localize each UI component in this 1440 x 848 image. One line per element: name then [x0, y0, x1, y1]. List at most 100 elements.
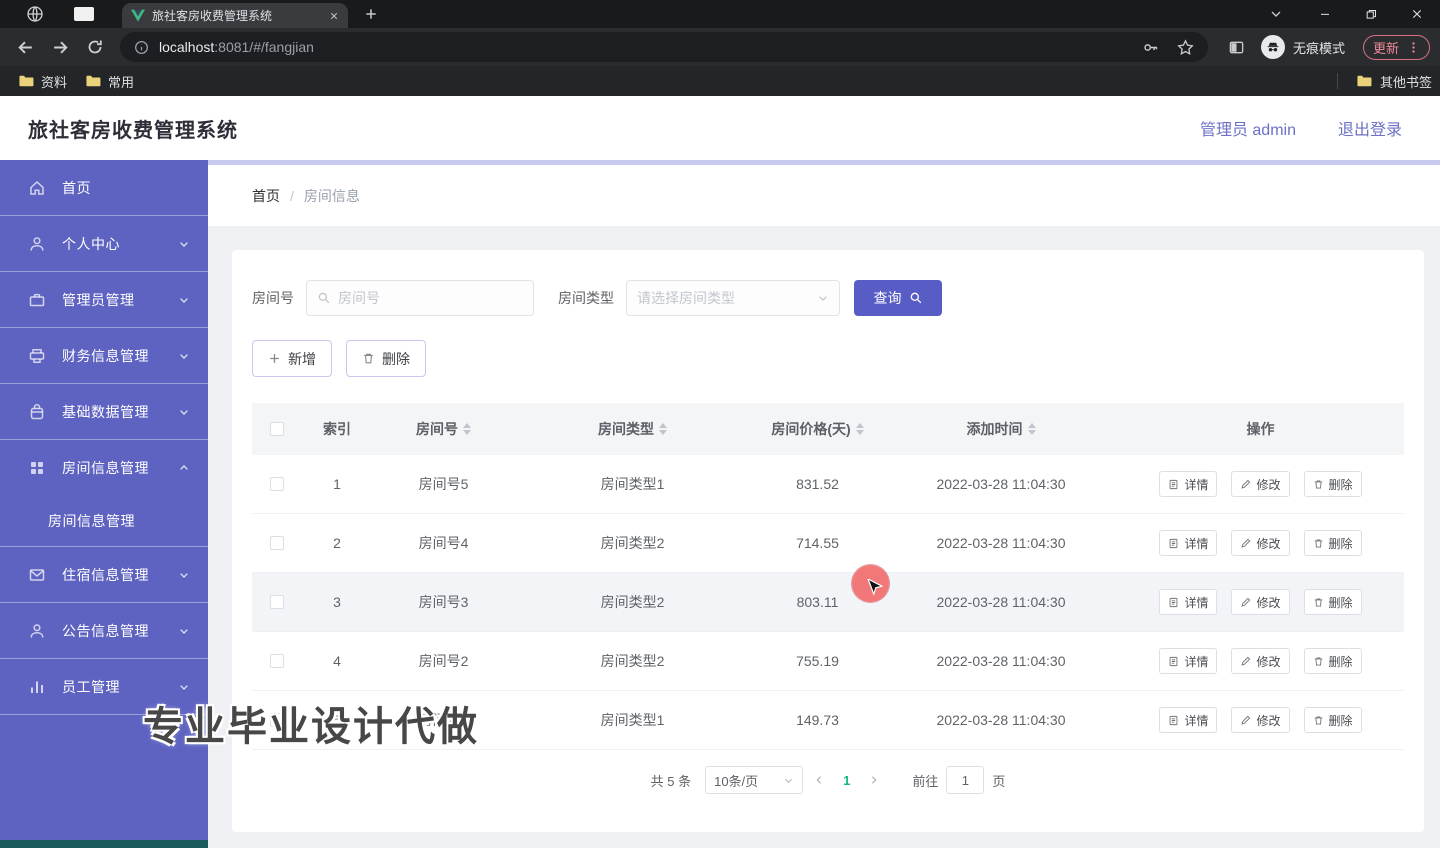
search-icon: [909, 291, 923, 305]
detail-label: 详情: [1184, 477, 1209, 492]
detail-button[interactable]: 详情: [1159, 648, 1218, 674]
delete-button[interactable]: 删除: [346, 340, 426, 377]
trash-icon: [1313, 715, 1324, 726]
browser-update-button[interactable]: 更新: [1362, 34, 1430, 60]
delete-row-button[interactable]: 删除: [1303, 589, 1362, 615]
detail-button[interactable]: 详情: [1159, 589, 1218, 615]
edit-button[interactable]: 修改: [1231, 648, 1290, 674]
bookmark-star-icon[interactable]: [1177, 38, 1194, 56]
logout-link[interactable]: 退出登录: [1338, 116, 1402, 140]
select-all-checkbox[interactable]: [270, 422, 284, 436]
goto-page-input[interactable]: [946, 766, 985, 794]
cell-room-no: 房间号2: [418, 653, 469, 669]
detail-button[interactable]: 详情: [1159, 530, 1218, 556]
row-checkbox[interactable]: [270, 595, 284, 609]
sidebar-item-home[interactable]: 首页: [0, 160, 208, 215]
page-size-value: 10条/页: [714, 773, 759, 789]
breadcrumb-home[interactable]: 首页: [252, 186, 280, 206]
sort-caret[interactable]: [1027, 423, 1036, 435]
sort-caret[interactable]: [855, 423, 864, 435]
sidebar-item-personal-center[interactable]: 个人中心: [0, 216, 208, 271]
delete-row-button[interactable]: 删除: [1303, 648, 1362, 674]
user-icon: [28, 235, 46, 253]
edit-button[interactable]: 修改: [1231, 530, 1290, 556]
col-added: 添加时间: [885, 419, 1117, 439]
forward-button[interactable]: [51, 38, 70, 57]
col-label: 房间价格(天): [771, 421, 851, 437]
edit-button[interactable]: 修改: [1231, 471, 1290, 497]
cell-room-no: 房间号5: [418, 476, 469, 492]
sidebar-item-label: 公告信息管理: [62, 622, 149, 639]
edit-button[interactable]: 修改: [1231, 589, 1290, 615]
tab-search-icon[interactable]: [1256, 0, 1296, 28]
table-toolbar: 新增 删除: [252, 340, 1404, 377]
bag-icon: [28, 403, 46, 421]
cell-room-no: 房间号3: [418, 594, 469, 610]
sidebar-item-notice-info-mgmt[interactable]: 公告信息管理: [0, 603, 208, 658]
delete-row-button[interactable]: 删除: [1303, 530, 1362, 556]
sidebar-item-admin-mgmt[interactable]: 管理员管理: [0, 272, 208, 327]
close-window-button[interactable]: [1394, 0, 1440, 28]
col-label: 操作: [1246, 421, 1275, 437]
row-checkbox[interactable]: [270, 477, 284, 491]
add-button-label: 新增: [288, 350, 316, 367]
cell-index: 4: [333, 653, 341, 669]
other-bookmarks[interactable]: 其他书签: [1336, 72, 1432, 91]
document-icon: [1168, 715, 1179, 726]
sidebar-subitem-room-info-mgmt[interactable]: 房间信息管理: [0, 495, 208, 546]
back-button[interactable]: [16, 38, 35, 57]
browser-profile-icon[interactable]: [26, 5, 44, 23]
reload-button[interactable]: [86, 38, 104, 56]
filter-row: 房间号 房间类型 请选择房间类型 查询: [252, 280, 1404, 316]
grid-icon: [28, 459, 46, 477]
delete-label: 删除: [1328, 595, 1353, 610]
add-button[interactable]: 新增: [252, 340, 332, 377]
delete-row-button[interactable]: 删除: [1303, 471, 1362, 497]
sidebar-item-lodging-info-mgmt[interactable]: 住宿信息管理: [0, 547, 208, 602]
bookmark-folder-zl[interactable]: 资料: [18, 72, 67, 91]
minimize-button[interactable]: [1302, 0, 1348, 28]
edit-button[interactable]: 修改: [1231, 707, 1290, 733]
prev-page-button[interactable]: [813, 774, 825, 786]
chevron-down-icon: [178, 569, 190, 581]
detail-button[interactable]: 详情: [1159, 471, 1218, 497]
cell-room-no: 房间号4: [418, 535, 469, 551]
address-bar[interactable]: localhost:8081/#/fangjian: [120, 32, 1208, 62]
room-no-input-wrapper: [306, 280, 534, 316]
row-checkbox[interactable]: [270, 654, 284, 668]
detail-label: 详情: [1184, 654, 1209, 669]
edit-label: 修改: [1256, 477, 1281, 492]
detail-button[interactable]: 详情: [1159, 707, 1218, 733]
delete-label: 删除: [1328, 654, 1353, 669]
sidebar-item-room-info-mgmt[interactable]: 房间信息管理: [0, 440, 208, 495]
search-button[interactable]: 查询: [854, 280, 942, 316]
page-size-select[interactable]: 10条/页: [705, 766, 804, 794]
admin-user-link[interactable]: 管理员 admin: [1200, 116, 1296, 140]
sort-caret[interactable]: [463, 423, 471, 435]
sort-caret[interactable]: [659, 423, 667, 435]
side-panel-icon[interactable]: [1228, 39, 1245, 56]
next-page-button[interactable]: [868, 774, 880, 786]
cell-index: 1: [333, 476, 341, 492]
room-no-input[interactable]: [338, 290, 523, 306]
sidebar-item-finance-mgmt[interactable]: 财务信息管理: [0, 328, 208, 383]
row-checkbox[interactable]: [270, 536, 284, 550]
site-info-icon[interactable]: [134, 40, 149, 55]
bookmark-label: 资料: [41, 74, 68, 90]
password-key-icon[interactable]: [1142, 39, 1159, 56]
tab-close-icon[interactable]: [329, 11, 339, 21]
browser-tab[interactable]: 旅社客房收费管理系统: [122, 3, 348, 28]
bookmark-folder-cy[interactable]: 常用: [85, 72, 134, 91]
room-type-select[interactable]: 请选择房间类型: [626, 280, 840, 316]
current-page[interactable]: 1: [843, 773, 850, 788]
edit-label: 修改: [1256, 713, 1281, 728]
sidebar-item-base-data-mgmt[interactable]: 基础数据管理: [0, 384, 208, 439]
restore-button[interactable]: [1348, 0, 1394, 28]
delete-row-button[interactable]: 删除: [1303, 707, 1362, 733]
sidebar-item-label: 首页: [62, 179, 91, 196]
pinned-tab-favicon[interactable]: [74, 7, 94, 21]
new-tab-button[interactable]: [364, 7, 378, 21]
browser-menu-icon[interactable]: [1407, 41, 1420, 54]
col-price: 房间价格(天): [750, 419, 885, 439]
folder-icon: [1357, 75, 1372, 87]
